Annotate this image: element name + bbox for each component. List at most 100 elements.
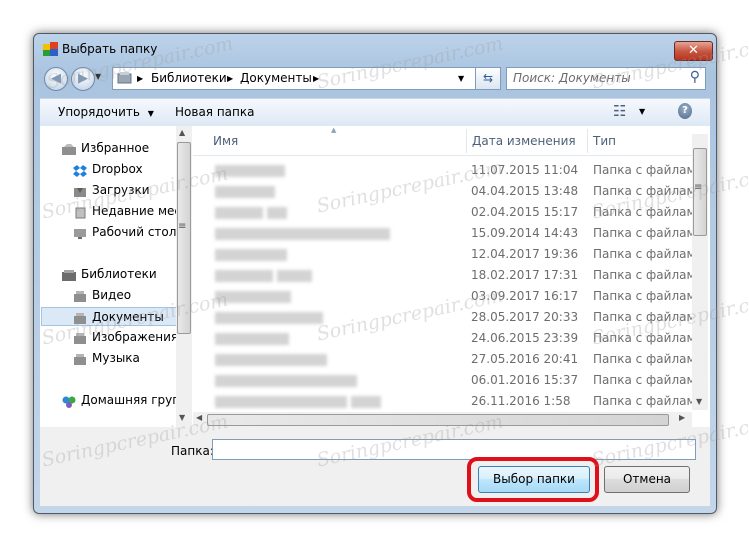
folder-name-redacted: [277, 270, 312, 282]
file-date: 15.09.2014 14:43: [471, 226, 579, 240]
sidebar-item-video[interactable]: Видео: [73, 286, 131, 304]
scroll-down-icon[interactable]: ▼: [696, 397, 702, 406]
sidebar-item-downloads[interactable]: Загрузки: [73, 181, 150, 199]
view-options-icon[interactable]: ☷: [613, 102, 626, 120]
star-icon: [62, 143, 76, 155]
file-type: Папка с файлами: [593, 394, 704, 408]
file-row[interactable]: 27.05.2016 20:41 Папка с файлами: [195, 349, 703, 370]
file-type: Папка с файлами: [593, 310, 704, 324]
sidebar-item-libraries[interactable]: Библиотеки: [62, 265, 157, 283]
file-type: Папка с файлами: [593, 247, 704, 261]
folder-name-redacted: [215, 207, 263, 219]
close-button[interactable]: ✕: [674, 41, 713, 61]
file-type: Папка с файлами: [593, 184, 704, 198]
scroll-right-icon[interactable]: ▶: [679, 413, 685, 422]
folder-name-redacted: [215, 165, 285, 177]
file-date: 18.02.2017 17:31: [471, 268, 579, 282]
file-type: Папка с файлами: [593, 163, 704, 177]
address-dropdown-icon[interactable]: ▼: [458, 74, 464, 83]
help-icon[interactable]: ?: [678, 103, 692, 119]
address-bar[interactable]: ▶ Библиотеки ▶ Документы ▶ ▼: [112, 67, 476, 90]
history-dropdown-icon[interactable]: ▼: [95, 72, 105, 86]
navigation-scroll-thumb[interactable]: [177, 142, 191, 334]
file-date: 24.06.2015 23:39: [471, 331, 579, 345]
file-row[interactable]: 24.06.2015 23:39 Папка с файлами: [195, 328, 703, 349]
libraries-location-icon: [117, 71, 133, 88]
file-row[interactable]: 15.09.2014 14:43 Папка с файлами: [195, 223, 703, 244]
sidebar-item-label: Видео: [92, 288, 132, 302]
column-divider: [587, 129, 588, 153]
sidebar-item-label: Избранное: [81, 141, 150, 155]
folder-name-redacted: [215, 228, 390, 240]
folder-name-redacted: [215, 249, 287, 261]
sidebar-item-music[interactable]: Музыка: [73, 349, 140, 367]
horizontal-scrollbar[interactable]: ◀ ▶: [193, 412, 692, 427]
sidebar-item-dropbox[interactable]: Dropbox: [73, 160, 143, 178]
music-library-icon: [73, 353, 87, 365]
breadcrumb-chevron-icon[interactable]: ▶: [227, 74, 233, 83]
folder-name-redacted: [215, 396, 347, 408]
scroll-left-icon[interactable]: ◀: [196, 413, 202, 422]
view-dropdown-icon[interactable]: ▼: [639, 107, 645, 116]
search-icon[interactable]: ⚲: [690, 69, 700, 85]
sidebar-item-label: Рабочий стол: [92, 225, 176, 239]
file-type: Папка с файлами: [593, 331, 704, 345]
sidebar-item-homegroup[interactable]: Домашняя групп: [62, 391, 176, 409]
dropbox-icon: [73, 164, 87, 177]
folder-name-redacted: [215, 354, 327, 366]
file-row[interactable]: 18.02.2017 17:31 Папка с файлами: [195, 265, 703, 286]
refresh-button[interactable]: ⇆: [475, 67, 501, 90]
column-divider: [466, 129, 467, 153]
forward-button[interactable]: ▶: [71, 67, 95, 91]
folder-name-redacted: [215, 186, 275, 198]
sidebar-item-desktop[interactable]: Рабочий стол: [73, 223, 176, 241]
scroll-up-icon[interactable]: ▲: [179, 128, 185, 137]
sidebar-item-recent-places[interactable]: Недавние мест: [73, 202, 176, 220]
breadcrumb-libraries[interactable]: Библиотеки: [151, 71, 227, 85]
horizontal-scroll-thumb[interactable]: [207, 414, 669, 426]
folder-name-input[interactable]: [212, 439, 696, 460]
forward-arrow-icon: ▶: [78, 71, 88, 86]
search-placeholder: Поиск: Документы: [513, 71, 631, 85]
recent-places-icon: [73, 206, 87, 218]
breadcrumb-documents[interactable]: Документы: [240, 71, 312, 85]
folder-name-redacted: [267, 207, 287, 219]
scroll-down-icon[interactable]: ▼: [179, 413, 185, 422]
file-row[interactable]: 12.04.2017 19:36 Папка с файлами: [195, 244, 703, 265]
sidebar-item-documents[interactable]: Документы: [41, 307, 176, 326]
file-row[interactable]: 06.01.2016 15:37 Папка с файлами: [195, 370, 703, 391]
sidebar-item-favorites[interactable]: Избранное: [62, 139, 149, 157]
column-header-name[interactable]: Имя: [213, 134, 238, 148]
file-row[interactable]: 11.07.2015 11:04 Папка с файлами: [195, 160, 703, 181]
folder-name-redacted: [215, 333, 289, 345]
search-input[interactable]: Поиск: Документы ⚲: [506, 67, 706, 90]
file-row[interactable]: 03.09.2017 16:17 Папка с файлами: [195, 286, 703, 307]
column-header-date[interactable]: Дата изменения: [472, 134, 576, 148]
new-folder-button[interactable]: Новая папка: [175, 105, 254, 119]
back-button[interactable]: ◀: [44, 67, 68, 91]
file-date: 27.05.2016 20:41: [471, 352, 579, 366]
organize-button[interactable]: Упорядочить ▼: [58, 105, 154, 119]
libraries-icon: [62, 269, 76, 281]
navigation-scrollbar[interactable]: ▲ ≡ ▼: [176, 126, 192, 427]
sidebar-item-images[interactable]: Изображения: [73, 328, 176, 346]
sidebar-item-label: Документы: [92, 310, 164, 324]
file-date: 02.04.2015 15:17: [471, 205, 579, 219]
organize-dropdown-icon: ▼: [147, 109, 154, 118]
column-header-type[interactable]: Тип: [593, 134, 616, 148]
select-folder-button[interactable]: Выбор папки: [478, 466, 590, 493]
cancel-button[interactable]: Отмена: [604, 466, 690, 493]
file-row[interactable]: 02.04.2015 15:17 Папка с файлами: [195, 202, 703, 223]
file-row[interactable]: 28.05.2017 20:33 Папка с файлами: [195, 307, 703, 328]
file-date: 04.04.2015 13:48: [471, 184, 579, 198]
file-list-scrollbar[interactable]: ≡ ▼: [692, 134, 708, 410]
sidebar-item-label: Dropbox: [92, 162, 143, 176]
root-chevron-icon[interactable]: ▶: [137, 74, 143, 83]
file-row[interactable]: 26.11.2016 1:58 Папка с файлами: [195, 391, 703, 412]
file-row[interactable]: 04.04.2015 13:48 Папка с файлами: [195, 181, 703, 202]
breadcrumb-chevron-icon[interactable]: ▶: [313, 74, 319, 83]
folder-name-redacted: [215, 291, 291, 303]
sidebar-item-label: Музыка: [92, 351, 140, 365]
file-type: Папка с файлами: [593, 373, 704, 387]
downloads-icon: [73, 185, 87, 197]
